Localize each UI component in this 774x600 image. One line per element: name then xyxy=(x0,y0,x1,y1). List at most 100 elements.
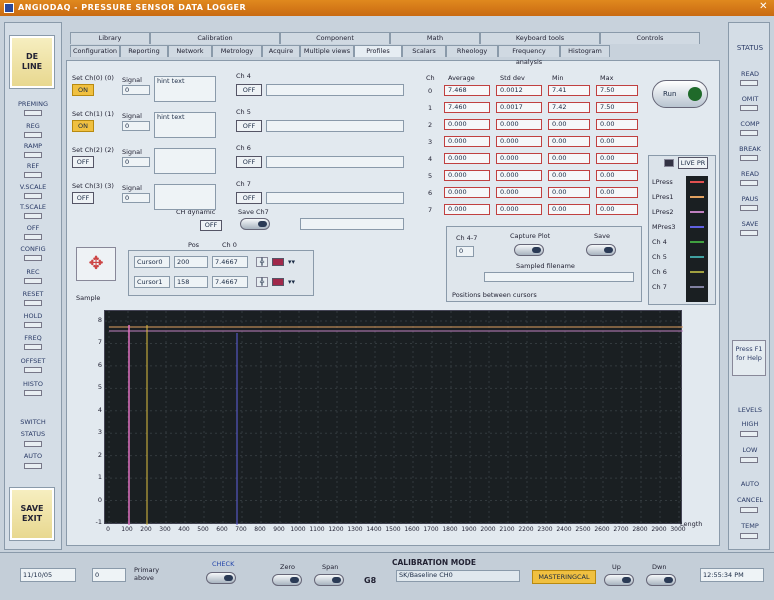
x-tick-27: 2700 xyxy=(613,526,629,533)
table-cell-3-4: 0.00 xyxy=(596,136,638,147)
tab-9[interactable]: Frequency analysis xyxy=(498,45,560,66)
level-low-led[interactable] xyxy=(740,457,758,463)
channel-desc-0[interactable]: hint text xyxy=(154,76,216,102)
sidebar-led-5[interactable] xyxy=(24,213,42,219)
right-led-6[interactable] xyxy=(740,230,758,236)
channel-toggle-3[interactable]: OFF xyxy=(72,192,94,204)
channel-toggle-1[interactable]: ON xyxy=(72,120,94,132)
right-led-1[interactable] xyxy=(740,105,758,111)
mid-channel-toggle-1[interactable]: OFF xyxy=(236,120,262,132)
right-led-5[interactable] xyxy=(740,205,758,211)
cursor-ch-field[interactable]: 0 xyxy=(456,246,474,257)
cursor-color-icon-0[interactable]: ╬ xyxy=(256,257,268,267)
graph-area[interactable] xyxy=(104,310,683,525)
tab-top-0[interactable]: Library xyxy=(70,32,150,44)
level-high-led[interactable] xyxy=(740,431,758,437)
sampled-filename-label: Sampled filename xyxy=(516,262,575,270)
mid-channel-field-0[interactable] xyxy=(266,84,404,96)
channel-desc-1[interactable]: hint text xyxy=(154,112,216,138)
sidebar-led-3[interactable] xyxy=(24,172,42,178)
mid-channel-field-1[interactable] xyxy=(266,120,404,132)
cursor-pos-0[interactable]: 200 xyxy=(174,256,208,268)
mid-channel-toggle-3[interactable]: OFF xyxy=(236,192,262,204)
cursor-menu-icon-1[interactable]: ▾▾ xyxy=(288,276,306,288)
live-pr-button[interactable]: LIVE PR xyxy=(678,157,708,169)
right-led-0[interactable] xyxy=(740,80,758,86)
ch-dynamic-toggle[interactable]: OFF xyxy=(200,220,222,231)
tab-5[interactable]: Multiple views xyxy=(300,45,354,57)
channel-signal-field-2[interactable]: 0 xyxy=(122,157,150,167)
auto-cancel-led[interactable] xyxy=(740,507,758,513)
tab-6[interactable]: Profiles xyxy=(354,45,402,57)
tab-top-4[interactable]: Keyboard tools xyxy=(480,32,600,44)
online-button[interactable]: DE LINE xyxy=(9,35,55,89)
y-tick-2: 1 xyxy=(97,473,102,482)
level-low: LOW xyxy=(742,446,758,454)
sidebar-led-11[interactable] xyxy=(24,344,42,350)
tab-top-3[interactable]: Math xyxy=(390,32,480,44)
channel-desc-2[interactable] xyxy=(154,148,216,174)
up-toggle[interactable] xyxy=(604,574,634,586)
cursor-pos-1[interactable]: 158 xyxy=(174,276,208,288)
tab-2[interactable]: Network xyxy=(168,45,212,57)
capture-plot-toggle[interactable] xyxy=(514,244,544,256)
table-header-3: Min xyxy=(552,74,564,82)
compass-icon[interactable]: ✥ xyxy=(76,247,116,281)
channel-signal-field-0[interactable]: 0 xyxy=(122,85,150,95)
sidebar-led-10[interactable] xyxy=(24,322,42,328)
sidebar-led-2[interactable] xyxy=(24,152,42,158)
table-cell-1-1: 7.460 xyxy=(444,102,490,113)
save-plot-toggle[interactable] xyxy=(586,244,616,256)
save-ch7-field[interactable] xyxy=(300,218,404,230)
tab-7[interactable]: Scalars xyxy=(402,45,446,57)
sidebar-led-7[interactable] xyxy=(24,255,42,261)
zero-toggle[interactable] xyxy=(272,574,302,586)
sampled-filename-field[interactable] xyxy=(484,272,634,282)
mid-channel-toggle-2[interactable]: OFF xyxy=(236,156,262,168)
tab-top-5[interactable]: Controls xyxy=(600,32,700,44)
tab-10[interactable]: Histogram xyxy=(560,45,610,57)
cursor-color-icon-1[interactable]: ╬ xyxy=(256,277,268,287)
right-led-2[interactable] xyxy=(740,130,758,136)
tab-0[interactable]: Configuration xyxy=(70,45,120,57)
tab-4[interactable]: Acquire xyxy=(262,45,300,57)
save-ch7-toggle[interactable] xyxy=(240,218,270,230)
tab-3[interactable]: Metrology xyxy=(212,45,262,57)
close-icon[interactable]: ✕ xyxy=(759,1,768,12)
down-toggle[interactable] xyxy=(646,574,676,586)
sidebar-led-1[interactable] xyxy=(24,132,42,138)
tab-1[interactable]: Reporting xyxy=(120,45,168,57)
run-button[interactable]: Run xyxy=(652,80,708,108)
span-toggle[interactable] xyxy=(314,574,344,586)
channel-signal-1: Signal xyxy=(122,112,142,120)
channel-toggle-2[interactable]: OFF xyxy=(72,156,94,168)
calibration-field[interactable]: SK/Baseline CH0 xyxy=(396,570,520,582)
sidebar-led-13[interactable] xyxy=(24,390,42,396)
sidebar-led-9[interactable] xyxy=(24,300,42,306)
sidebar-led-8[interactable] xyxy=(24,278,42,284)
sidebar-led-4[interactable] xyxy=(24,193,42,199)
channel-signal-field-1[interactable]: 0 xyxy=(122,121,150,131)
tab-8[interactable]: Rheology xyxy=(446,45,498,57)
mid-channel-field-3[interactable] xyxy=(266,192,404,204)
save-exit-button[interactable]: SAVE EXIT xyxy=(9,487,55,541)
cursor-menu-icon-0[interactable]: ▾▾ xyxy=(288,256,306,268)
right-led-4[interactable] xyxy=(740,180,758,186)
sidebar-led-12[interactable] xyxy=(24,367,42,373)
sidebar-led-6[interactable] xyxy=(24,234,42,240)
tab-top-1[interactable]: Calibration xyxy=(150,32,280,44)
mid-channel-toggle-0[interactable]: OFF xyxy=(236,84,262,96)
tab-top-2[interactable]: Component xyxy=(280,32,390,44)
mid-channel-field-2[interactable] xyxy=(266,156,404,168)
channel-signal-field-3[interactable]: 0 xyxy=(122,193,150,203)
channel-toggle-0[interactable]: ON xyxy=(72,84,94,96)
channel-desc-3[interactable] xyxy=(154,184,216,210)
check-toggle[interactable] xyxy=(206,572,236,584)
table-ch-0: 0 xyxy=(428,87,433,95)
x-tick-12: 1200 xyxy=(328,526,344,533)
sidebar-led-0[interactable] xyxy=(24,110,42,116)
auto-temp-led[interactable] xyxy=(740,533,758,539)
right-led-3[interactable] xyxy=(740,155,758,161)
sidebar-label-13: HISTO xyxy=(22,380,44,388)
cursor-val-0: 7.4667 xyxy=(212,256,248,268)
